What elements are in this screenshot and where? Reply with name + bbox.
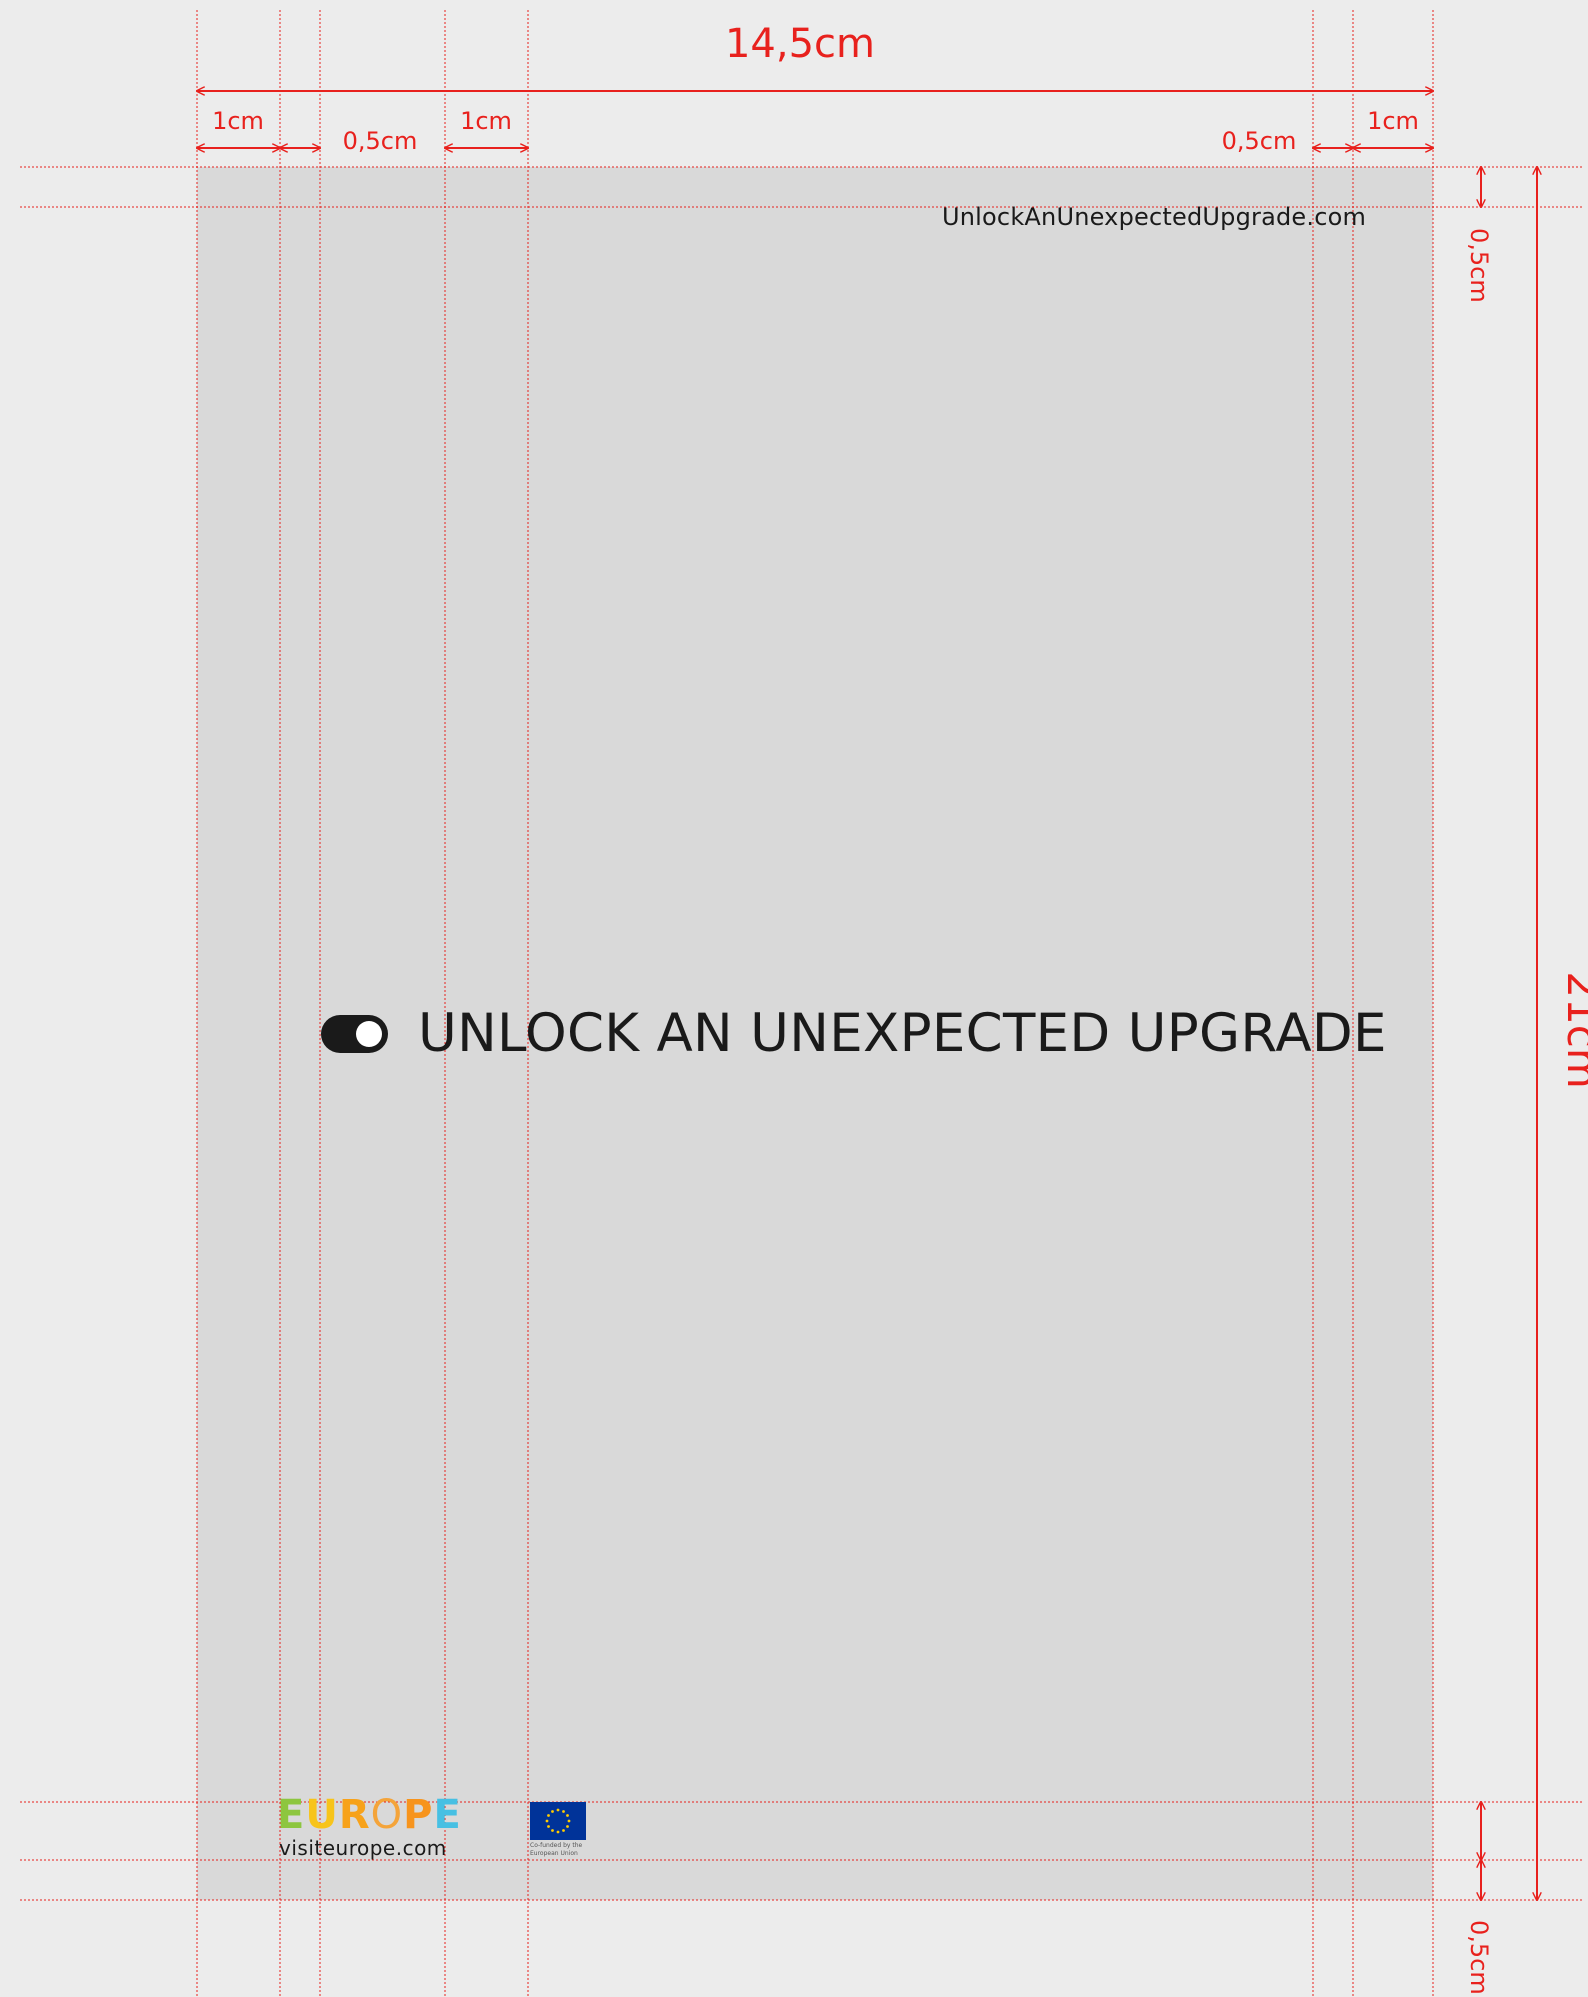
left-outer-margin-label: 1cm: [212, 107, 264, 135]
europe-logo-letter: O: [370, 1792, 404, 1838]
europe-logo-letter: U: [305, 1792, 339, 1838]
right-outer-margin-label: 1cm: [1367, 107, 1419, 135]
top-margin-label: 0,5cm: [1465, 228, 1493, 303]
layout-spec-canvas: 14,5cm 1cm 0,5cm 1cm 0,5cm 1cm 0,5cm 0,5…: [0, 0, 1588, 1997]
europe-logo-letter: E: [277, 1792, 306, 1838]
europe-logo-letter: P: [403, 1792, 434, 1838]
headline: UNLOCK AN UNEXPECTED UPGRADE: [418, 1003, 1387, 1064]
europe-logo-url: visiteurope.com: [279, 1836, 447, 1860]
left-inner-margin-label: 1cm: [460, 107, 512, 135]
total-width-label: 14,5cm: [725, 21, 875, 67]
toggle-switch-icon: [321, 1015, 388, 1053]
europe-logo-letter: R: [338, 1792, 371, 1838]
eu-flag-icon: [530, 1802, 586, 1840]
right-gap-label: 0,5cm: [1222, 127, 1297, 155]
guides-layer: 14,5cm 1cm 0,5cm 1cm 0,5cm 1cm 0,5cm 0,5…: [20, 10, 1588, 1997]
bottom-margin-label: 0,5cm: [1465, 1920, 1493, 1995]
site-url: UnlockAnUnexpectedUpgrade.com: [942, 203, 1367, 231]
europe-logo-letter: E: [433, 1792, 462, 1838]
total-height-label: 21cm: [1558, 971, 1588, 1088]
toggle-knob: [356, 1021, 382, 1047]
eu-emblem-caption: Co-funded by the European Union: [530, 1842, 583, 1857]
eu-stars: [545, 1808, 571, 1834]
left-gap-label: 0,5cm: [343, 127, 418, 155]
europe-logo-wordmark: EUROPE: [277, 1795, 462, 1835]
